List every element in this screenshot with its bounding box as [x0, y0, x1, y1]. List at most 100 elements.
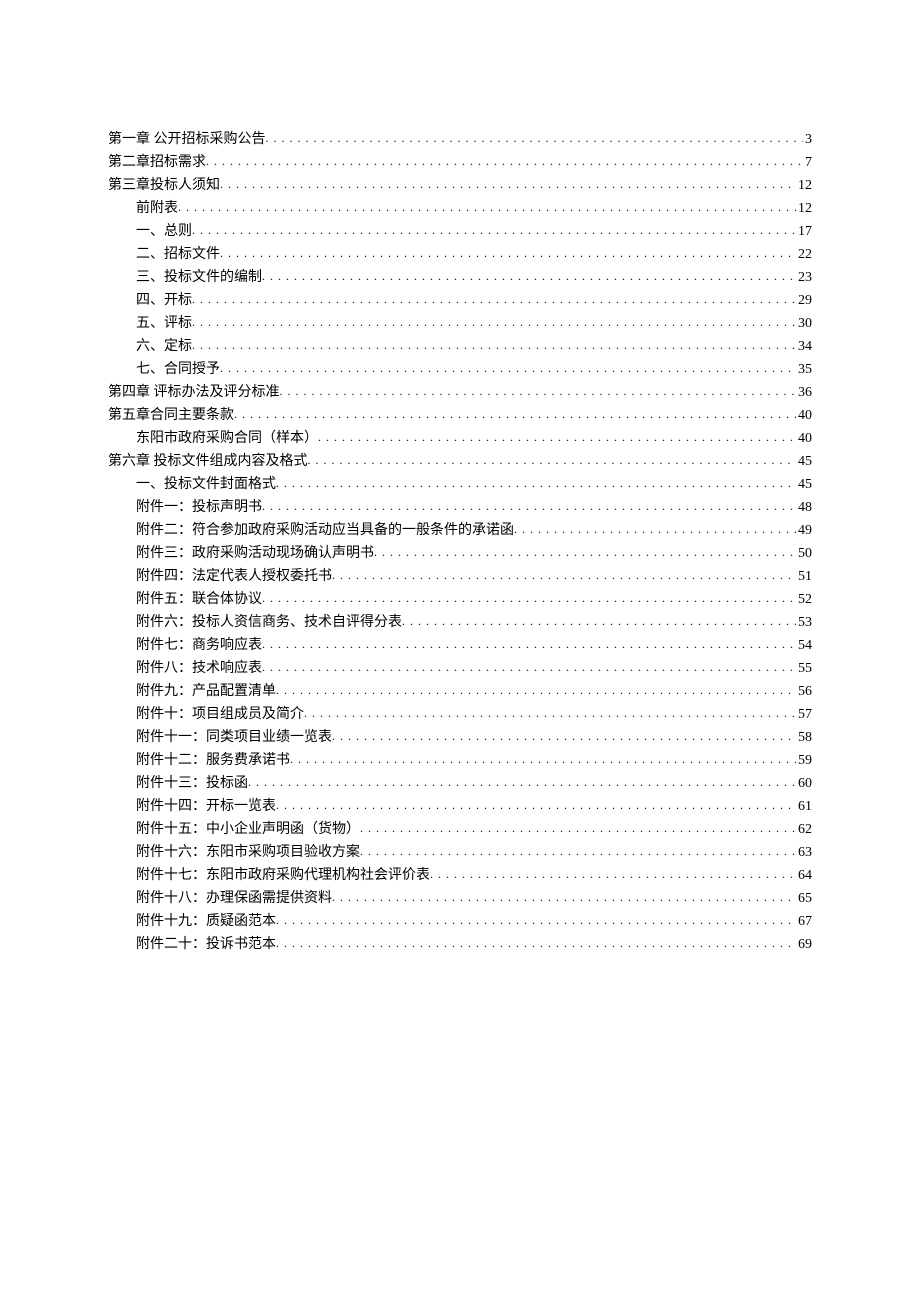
toc-entry-label: 二、招标文件: [136, 243, 220, 266]
toc-entry-label: 前附表: [136, 197, 178, 220]
toc-entry-label: 附件十一：同类项目业绩一览表: [136, 726, 332, 749]
toc-entry-label: 附件四：法定代表人授权委托书: [136, 565, 332, 588]
toc-entry-label: 一、总则: [136, 220, 192, 243]
toc-entry: 第五章合同主要条款40: [108, 404, 812, 427]
toc-entry: 二、招标文件 22: [108, 243, 812, 266]
toc-entry: 附件五：联合体协议 52: [108, 588, 812, 611]
toc-entry-label: 附件十三：投标函: [136, 772, 248, 795]
toc-entry-page: 67: [796, 910, 812, 933]
toc-leader-dots: [308, 449, 797, 472]
toc-leader-dots: [332, 886, 796, 909]
toc-entry-page: 22: [796, 243, 812, 266]
toc-entry-label: 第二章招标需求: [108, 151, 206, 174]
toc-entry: 六、定标34: [108, 335, 812, 358]
toc-entry-page: 56: [796, 680, 812, 703]
table-of-contents: 第一章 公开招标采购公告3第二章招标需求 7第三章投标人须知12前附表12一、总则…: [108, 128, 812, 956]
toc-entry-label: 五、评标: [136, 312, 192, 335]
toc-entry-label: 东阳市政府采购合同（样本）: [136, 427, 318, 450]
toc-entry: 一、总则17: [108, 220, 812, 243]
toc-entry-page: 35: [796, 358, 812, 381]
toc-leader-dots: [220, 173, 796, 196]
toc-leader-dots: [178, 196, 796, 219]
toc-entry: 前附表12: [108, 197, 812, 220]
toc-entry-page: 23: [796, 266, 812, 289]
toc-entry: 附件四：法定代表人授权委托书 51: [108, 565, 812, 588]
toc-entry-label: 第一章 公开招标采购公告: [108, 128, 266, 151]
toc-entry-label: 附件二：符合参加政府采购活动应当具备的一般条件的承诺函: [136, 519, 514, 542]
toc-entry-label: 第六章 投标文件组成内容及格式: [108, 450, 308, 473]
toc-entry-page: 69: [796, 933, 812, 956]
toc-leader-dots: [234, 403, 796, 426]
toc-entry-page: 65: [796, 887, 812, 910]
toc-entry-page: 55: [796, 657, 812, 680]
toc-entry: 附件十三：投标函 60: [108, 772, 812, 795]
toc-entry-page: 40: [796, 404, 812, 427]
toc-entry: 第一章 公开招标采购公告3: [108, 128, 812, 151]
toc-entry-label: 附件十八：办理保函需提供资料: [136, 887, 332, 910]
toc-leader-dots: [360, 840, 796, 863]
toc-leader-dots: [262, 656, 796, 679]
toc-entry: 附件十五：中小企业声明函（货物）62: [108, 818, 812, 841]
toc-entry-label: 第三章投标人须知: [108, 174, 220, 197]
toc-entry: 三、投标文件的编制 23: [108, 266, 812, 289]
toc-entry: 附件十四：开标一览表 61: [108, 795, 812, 818]
toc-entry: 附件二十：投诉书范本69: [108, 933, 812, 956]
toc-entry-label: 附件五：联合体协议: [136, 588, 262, 611]
toc-entry-page: 63: [796, 841, 812, 864]
toc-entry-page: 45: [796, 473, 812, 496]
toc-entry-label: 附件六：投标人资信商务、技术自评得分表: [136, 611, 402, 634]
toc-leader-dots: [360, 817, 796, 840]
toc-entry: 附件一：投标声明书48: [108, 496, 812, 519]
toc-entry: 第二章招标需求 7: [108, 151, 812, 174]
toc-entry-label: 附件十九：质疑函范本: [136, 910, 276, 933]
toc-leader-dots: [276, 679, 796, 702]
toc-entry-label: 附件十四：开标一览表: [136, 795, 276, 818]
toc-entry: 附件十一：同类项目业绩一览表 58: [108, 726, 812, 749]
toc-entry-label: 一、投标文件封面格式: [136, 473, 276, 496]
toc-entry-label: 附件十七：东阳市政府采购代理机构社会评价表: [136, 864, 430, 887]
toc-entry-page: 30: [796, 312, 812, 335]
toc-entry: 第六章 投标文件组成内容及格式45: [108, 450, 812, 473]
toc-entry: 附件十七：东阳市政府采购代理机构社会评价表64: [108, 864, 812, 887]
toc-entry-page: 51: [796, 565, 812, 588]
toc-entry-label: 附件十六：东阳市采购项目验收方案: [136, 841, 360, 864]
toc-entry-page: 40: [796, 427, 812, 450]
toc-entry: 附件九：产品配置清单56: [108, 680, 812, 703]
toc-entry-page: 60: [796, 772, 812, 795]
toc-entry-label: 附件十二：服务费承诺书: [136, 749, 290, 772]
toc-entry-page: 61: [796, 795, 812, 818]
toc-leader-dots: [304, 702, 796, 725]
toc-leader-dots: [374, 541, 796, 564]
toc-leader-dots: [192, 288, 796, 311]
toc-entry: 东阳市政府采购合同（样本） 40: [108, 427, 812, 450]
toc-leader-dots: [402, 610, 796, 633]
toc-entry: 附件十二：服务费承诺书59: [108, 749, 812, 772]
toc-leader-dots: [262, 495, 796, 518]
toc-entry-label: 三、投标文件的编制: [136, 266, 262, 289]
toc-leader-dots: [332, 725, 796, 748]
toc-entry-page: 53: [796, 611, 812, 634]
toc-leader-dots: [220, 357, 796, 380]
toc-entry: 附件八：技术响应表 55: [108, 657, 812, 680]
toc-entry: 附件十六：东阳市采购项目验收方案 63: [108, 841, 812, 864]
toc-entry: 附件十：项目组成员及简介57: [108, 703, 812, 726]
toc-entry: 第三章投标人须知12: [108, 174, 812, 197]
toc-entry-page: 36: [796, 381, 812, 404]
toc-entry: 附件十八：办理保函需提供资料 65: [108, 887, 812, 910]
toc-entry-page: 52: [796, 588, 812, 611]
toc-entry-label: 附件八：技术响应表: [136, 657, 262, 680]
toc-leader-dots: [318, 426, 796, 449]
toc-leader-dots: [514, 518, 796, 541]
toc-leader-dots: [192, 219, 796, 242]
toc-entry-page: 58: [796, 726, 812, 749]
toc-entry-page: 7: [803, 151, 812, 174]
toc-entry: 七、合同授予35: [108, 358, 812, 381]
toc-leader-dots: [430, 863, 796, 886]
toc-leader-dots: [262, 265, 796, 288]
toc-entry-page: 54: [796, 634, 812, 657]
toc-entry: 附件六：投标人资信商务、技术自评得分表 53: [108, 611, 812, 634]
toc-entry-label: 四、开标: [136, 289, 192, 312]
toc-entry-page: 34: [796, 335, 812, 358]
toc-leader-dots: [290, 748, 796, 771]
toc-entry: 第四章 评标办法及评分标准36: [108, 381, 812, 404]
